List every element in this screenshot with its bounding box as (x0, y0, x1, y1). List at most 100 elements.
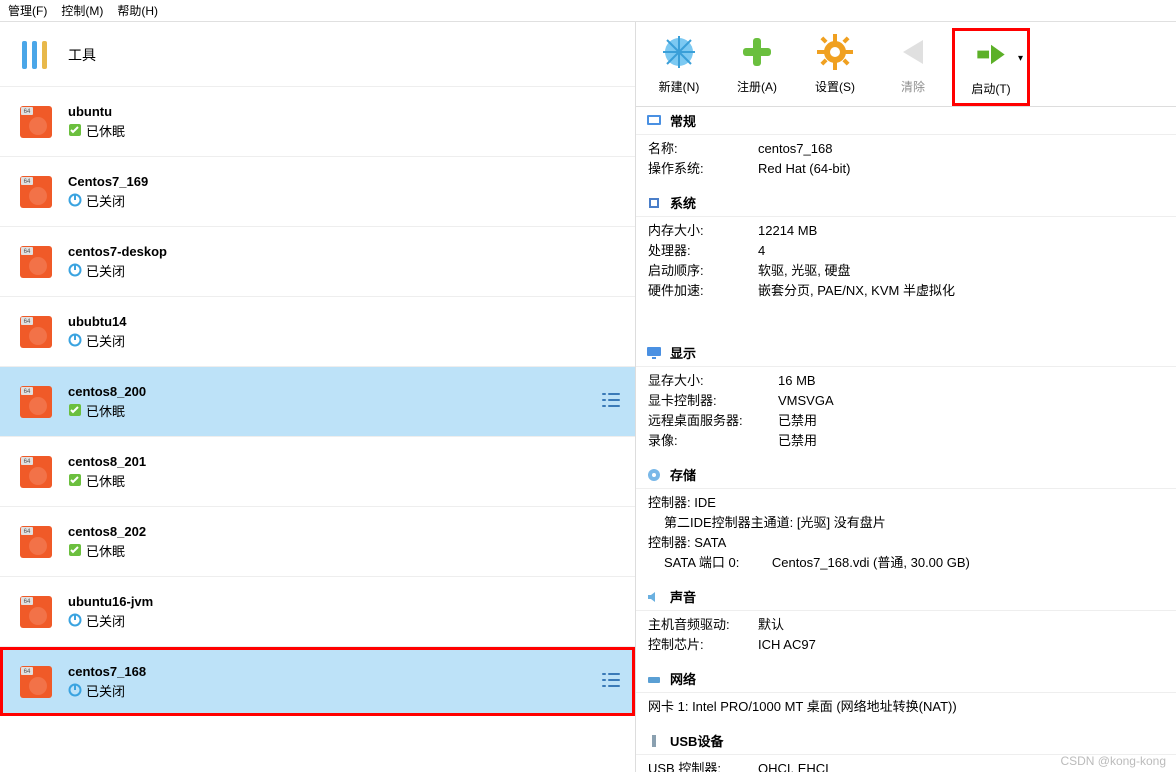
vm-state: 已关闭 (86, 611, 125, 630)
new-icon (659, 32, 699, 72)
vm-item-centos8_200[interactable]: 64 centos8_200 已休眠 (0, 366, 635, 436)
menu-help[interactable]: 帮助(H) (117, 2, 158, 19)
vm-item-ubuntu16-jvm[interactable]: 64 ubuntu16-jvm 已关闭 (0, 576, 635, 646)
svg-text:64: 64 (24, 599, 31, 605)
section-system[interactable]: 系统 (636, 189, 1176, 217)
power-off-icon (68, 333, 82, 347)
vm-state: 已关闭 (86, 331, 125, 350)
vm-state: 已关闭 (86, 191, 125, 210)
monitor-icon (646, 113, 662, 129)
vm-name: centos8_201 (68, 454, 146, 469)
start-label: 启动(T) (971, 80, 1010, 97)
power-off-icon (68, 683, 82, 697)
discard-button[interactable]: 清除 (874, 28, 952, 106)
vm-os-icon: 64 (20, 596, 52, 628)
speaker-icon (646, 589, 662, 605)
vm-item-centos7-deskop[interactable]: 64 centos7-deskop 已关闭 (0, 226, 635, 296)
vm-name: centos7-deskop (68, 244, 167, 259)
vm-name: ubuntu16-jvm (68, 594, 153, 609)
tools-label: 工具 (68, 45, 96, 65)
vm-os-icon: 64 (20, 316, 52, 348)
disk-icon (646, 467, 662, 483)
svg-text:64: 64 (24, 179, 31, 185)
section-display[interactable]: 显示 (636, 339, 1176, 367)
group-indicator-icon[interactable] (599, 389, 621, 414)
display-icon (646, 345, 662, 361)
vm-item-centos8_201[interactable]: 64 centos8_201 已休眠 (0, 436, 635, 506)
power-off-icon (68, 263, 82, 277)
vm-state: 已休眠 (86, 121, 125, 140)
left-panel: 工具 64 ubuntu 已休眠 64 Centos7_169 已关闭 64 centos7-… (0, 22, 636, 772)
vm-item-ububtu14[interactable]: 64 ububtu14 已关闭 (0, 296, 635, 366)
vm-os-icon: 64 (20, 106, 52, 138)
audio-body: 主机音频驱动:默认 控制芯片:ICH AC97 (636, 611, 1176, 665)
vm-os-icon: 64 (20, 386, 52, 418)
chip-icon (646, 195, 662, 211)
right-panel: 新建(N) 注册(A) 设置(S) 清除 启动(T) ▾ (636, 22, 1176, 772)
vm-state: 已休眠 (86, 471, 125, 490)
general-body: 名称:centos7_168 操作系统:Red Hat (64-bit) (636, 135, 1176, 189)
section-storage[interactable]: 存储 (636, 461, 1176, 489)
vm-os-icon: 64 (20, 526, 52, 558)
discard-label: 清除 (901, 78, 925, 95)
details-panel: 常规 名称:centos7_168 操作系统:Red Hat (64-bit) … (636, 106, 1176, 772)
vm-list: 64 ubuntu 已休眠 64 Centos7_169 已关闭 64 centos7-des… (0, 86, 635, 716)
vm-os-icon: 64 (20, 666, 52, 698)
menu-manage[interactable]: 管理(F) (8, 2, 47, 19)
saved-state-icon (68, 543, 82, 557)
vm-os-icon: 64 (20, 176, 52, 208)
watermark: CSDN @kong-kong (1060, 754, 1166, 768)
settings-button[interactable]: 设置(S) (796, 28, 874, 106)
svg-text:64: 64 (24, 459, 31, 465)
tools-item[interactable]: 工具 (0, 22, 635, 86)
group-indicator-icon[interactable] (599, 669, 621, 694)
vm-state: 已关闭 (86, 261, 125, 280)
saved-state-icon (68, 473, 82, 487)
start-arrow-icon (971, 35, 1011, 74)
toolbar: 新建(N) 注册(A) 设置(S) 清除 启动(T) ▾ (636, 22, 1176, 106)
gear-icon (815, 32, 855, 72)
vm-state: 已休眠 (86, 401, 125, 420)
chevron-down-icon[interactable]: ▾ (1018, 53, 1023, 64)
power-off-icon (68, 193, 82, 207)
svg-text:64: 64 (24, 669, 31, 675)
svg-text:64: 64 (24, 389, 31, 395)
section-network[interactable]: 网络 (636, 665, 1176, 693)
saved-state-icon (68, 403, 82, 417)
svg-text:64: 64 (24, 319, 31, 325)
menu-control[interactable]: 控制(M) (61, 2, 103, 19)
svg-text:64: 64 (24, 109, 31, 115)
vm-state: 已休眠 (86, 541, 125, 560)
svg-text:64: 64 (24, 249, 31, 255)
storage-body: 控制器: IDE 第二IDE控制器主通道: [光驱] 没有盘片 控制器: SAT… (636, 489, 1176, 583)
vm-os-icon: 64 (20, 456, 52, 488)
settings-label: 设置(S) (815, 78, 855, 95)
menubar: 管理(F) 控制(M) 帮助(H) (0, 0, 1176, 22)
section-usb[interactable]: USB设备 (636, 727, 1176, 755)
new-button[interactable]: 新建(N) (640, 28, 718, 106)
vm-item-centos8_202[interactable]: 64 centos8_202 已休眠 (0, 506, 635, 576)
vm-name: ubuntu (68, 104, 125, 119)
network-body: 网卡 1: Intel PRO/1000 MT 桌面 (网络地址转换(NAT)) (636, 693, 1176, 727)
tools-icon (18, 35, 58, 75)
vm-name: centos8_202 (68, 524, 146, 539)
start-button[interactable]: 启动(T) ▾ (952, 28, 1030, 106)
add-label: 注册(A) (737, 78, 777, 95)
section-general[interactable]: 常规 (636, 107, 1176, 135)
new-label: 新建(N) (659, 78, 700, 95)
vm-name: centos8_200 (68, 384, 146, 399)
section-audio[interactable]: 声音 (636, 583, 1176, 611)
vm-state: 已关闭 (86, 681, 125, 700)
vm-item-Centos7_169[interactable]: 64 Centos7_169 已关闭 (0, 156, 635, 226)
svg-text:64: 64 (24, 529, 31, 535)
saved-state-icon (68, 123, 82, 137)
vm-name: ububtu14 (68, 314, 127, 329)
vm-name: Centos7_169 (68, 174, 148, 189)
usb-icon (646, 733, 662, 749)
add-button[interactable]: 注册(A) (718, 28, 796, 106)
vm-item-centos7_168[interactable]: 64centos7_168已关闭 (0, 646, 635, 716)
plus-icon (737, 32, 777, 72)
discard-arrow-icon (893, 32, 933, 72)
display-body: 显存大小:16 MB 显卡控制器:VMSVGA 远程桌面服务器:已禁用 录像:已… (636, 367, 1176, 461)
vm-item-ubuntu[interactable]: 64 ubuntu 已休眠 (0, 86, 635, 156)
